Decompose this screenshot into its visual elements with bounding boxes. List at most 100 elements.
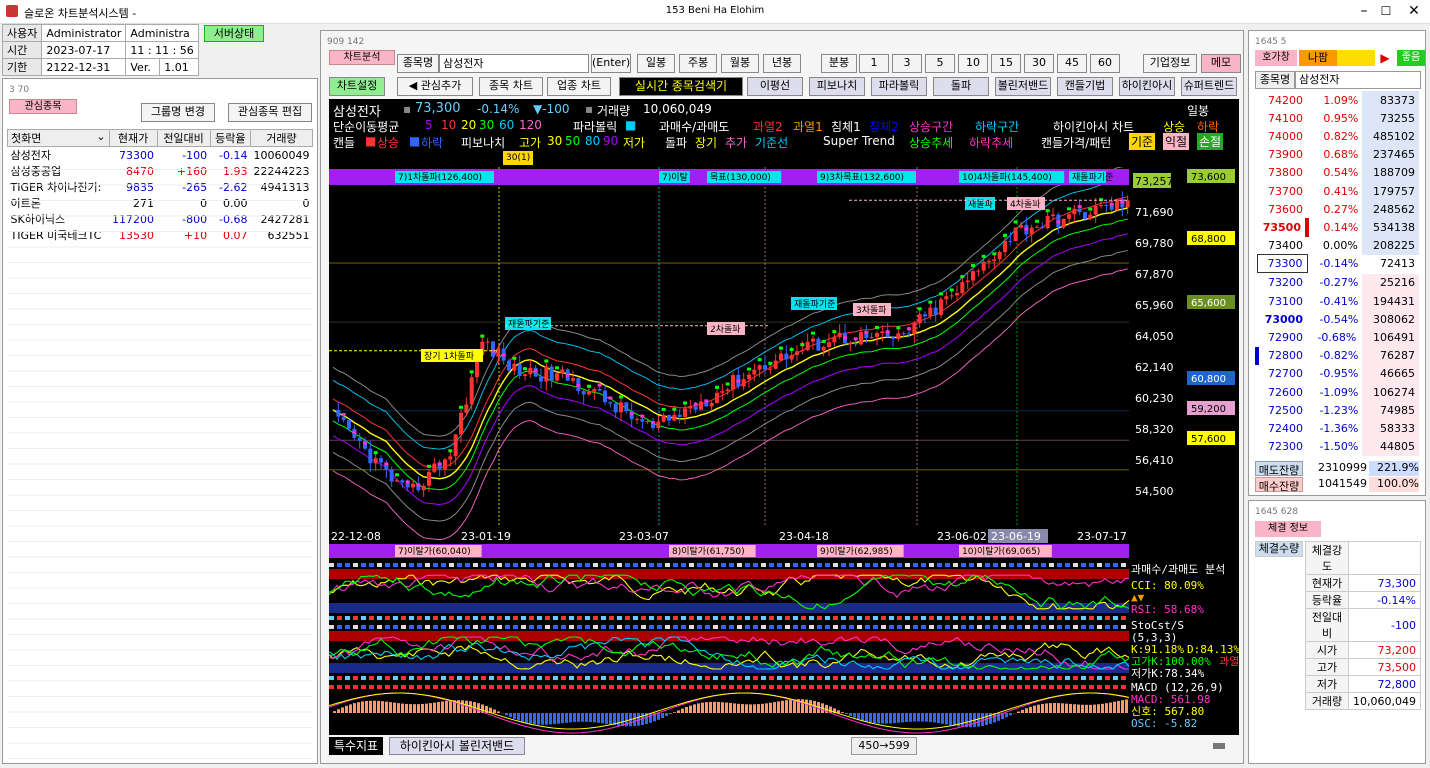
minute-button-1[interactable]: 3	[892, 54, 922, 73]
candle-body	[752, 369, 757, 375]
trade-value: 73,300	[1348, 574, 1421, 592]
annotation-label: 3차돌파	[853, 303, 891, 316]
price-chart-svg[interactable]: 7)1차돌파(126,400) 7)이탈 목표(130,000) 9)3차목표(132…	[329, 167, 1239, 735]
parabolic-dot	[512, 356, 517, 360]
candle-body	[1109, 205, 1114, 210]
table-row[interactable]: TIGER 미국테크TC 13530 +10 0.07 632551	[8, 227, 313, 243]
candle-body	[933, 307, 938, 315]
period-button-0[interactable]: 일봉	[637, 54, 675, 73]
indicator-button-1[interactable]: 피보나치	[809, 77, 865, 96]
table-row[interactable]: 이트론 271 0 0.00 0	[8, 195, 313, 211]
annotation-label: 재돌파	[965, 197, 995, 210]
bid-row[interactable]: 73100 -0.41% 194431	[1257, 292, 1419, 311]
group-rename-button[interactable]: 그룹명 변경	[141, 103, 215, 122]
chart-settings-button[interactable]: 차트설정	[329, 77, 385, 96]
table-row[interactable]: 삼성전자 73300 -100 -0.14 10060049	[8, 147, 313, 164]
add-favorite-button[interactable]: ◀ 관심추가	[397, 77, 473, 96]
candle-body	[816, 338, 821, 351]
me-badge[interactable]: 나팜	[1299, 50, 1337, 66]
minute-button-7[interactable]: 60	[1090, 54, 1120, 73]
realtime-search-button[interactable]: 실시간 종목검색기	[619, 77, 743, 96]
minute-button-5[interactable]: 30	[1024, 54, 1054, 73]
special-indicator-tab[interactable]: 특수지표	[329, 737, 383, 755]
bid-row[interactable]: 73000 -0.54% 308062	[1257, 310, 1419, 329]
legend-breakout: 돌파	[665, 136, 688, 150]
ask-row[interactable]: 73300 -0.14% 72413	[1256, 254, 1419, 274]
minute-button-6[interactable]: 45	[1057, 54, 1087, 73]
heikin-bollinger-tab[interactable]: 하이킨아시 볼린저밴드	[389, 737, 525, 755]
minute-button-4[interactable]: 15	[991, 54, 1021, 73]
bid-row[interactable]: 72400 -1.36% 58333	[1257, 419, 1419, 438]
ask-row[interactable]: 74000 0.82% 485102	[1257, 127, 1419, 146]
item-chart-button[interactable]: 종목 차트	[479, 77, 543, 96]
sector-chart-button[interactable]: 업종 차트	[547, 77, 611, 96]
bid-row[interactable]: 72500 -1.23% 74985	[1257, 401, 1419, 420]
minute-button-3[interactable]: 10	[958, 54, 988, 73]
candle-body	[592, 388, 597, 392]
ask-row[interactable]: 73400 0.00% 208225	[1257, 236, 1419, 255]
bid-row[interactable]: 72600 -1.09% 106274	[1257, 383, 1419, 402]
legend-ma30: 30	[479, 118, 495, 132]
bid-row[interactable]: 72800 -0.82% 76287	[1255, 346, 1419, 365]
bid-row[interactable]: 72300 -1.50% 44805	[1257, 437, 1419, 456]
ask-row[interactable]: 74100 0.95% 73255	[1257, 109, 1419, 128]
table-row[interactable]: SK하이닉스 117200 -800 -0.68 2427281	[8, 211, 313, 227]
sell-pct: 221.9%	[1369, 461, 1419, 476]
group-select[interactable]: 첫화면 ⌄	[7, 129, 110, 147]
indicator-button-3[interactable]: 돌파	[933, 77, 989, 96]
legend-base-badge: 기준	[1129, 133, 1156, 150]
y-tick-label: 65,960	[1135, 299, 1174, 312]
candle-body	[971, 271, 975, 281]
range-display[interactable]: 450→599	[851, 737, 917, 755]
ask-row[interactable]: 73800 0.54% 188709	[1257, 163, 1419, 182]
minute-button-0[interactable]: 1	[859, 54, 889, 73]
indicator-button-4[interactable]: 볼린저밴드	[995, 77, 1051, 96]
indicator-button-6[interactable]: 하이킨아시	[1119, 77, 1175, 96]
edit-watchlist-button[interactable]: 관심종목 편집	[228, 103, 312, 122]
close-icon[interactable]: ✕	[1392, 0, 1430, 24]
chart-canvas[interactable]: 삼성전자 ▪ 73,300 -0.14% ▼-100 ▪ 거래량 10,060,…	[329, 99, 1239, 735]
parabolic-dot	[789, 348, 794, 352]
ma-line	[332, 233, 1128, 506]
ask-row[interactable]: 73600 0.27% 248562	[1257, 200, 1419, 219]
play-icon[interactable]: ▶	[1375, 50, 1395, 66]
server-status-button[interactable]: 서버상태	[204, 25, 264, 42]
table-row[interactable]: TIGER 차이나전기: 9835 -265 -2.62 4941313	[8, 179, 313, 195]
candle-body	[624, 402, 629, 412]
good-badge[interactable]: 좋음	[1397, 50, 1425, 66]
trade-value: 10,060,049	[1348, 692, 1421, 710]
indicator-button-5[interactable]: 캔들기법	[1057, 77, 1113, 96]
panel-id: 1645 5	[1255, 37, 1287, 47]
indicator-button-2[interactable]: 파라볼릭	[871, 77, 927, 96]
indicator-button-0[interactable]: 이평선	[747, 77, 803, 96]
period-button-3[interactable]: 년봉	[763, 54, 801, 73]
bid-row[interactable]: 72700 -0.95% 46665	[1257, 364, 1419, 383]
orderbook-tab[interactable]: 호가창	[1255, 50, 1297, 66]
cell-name: 삼성중공업	[10, 165, 62, 178]
bid-rate: -0.41%	[1319, 294, 1359, 308]
parabolic-dot	[384, 462, 389, 466]
code-input[interactable]: 삼성전자	[439, 54, 589, 73]
period-button-2[interactable]: 월봉	[721, 54, 759, 73]
ask-row[interactable]: 74200 1.09% 83373	[1257, 91, 1419, 110]
scroll-handle[interactable]	[1213, 743, 1225, 749]
minute-button-2[interactable]: 5	[925, 54, 955, 73]
trade-tab[interactable]: 체결 정보	[1255, 521, 1321, 537]
bid-row[interactable]: 72900 -0.68% 106491	[1257, 328, 1419, 347]
period-button-1[interactable]: 주봉	[679, 54, 717, 73]
enter-button[interactable]: (Enter)	[591, 54, 631, 73]
parabolic-dot	[917, 307, 922, 311]
parabolic-dot	[651, 420, 655, 424]
watchlist-tab[interactable]: 관심종목	[9, 99, 77, 114]
ask-row[interactable]: 73900 0.68% 237465	[1257, 145, 1419, 164]
company-info-button[interactable]: 기업정보	[1143, 54, 1197, 73]
ask-row[interactable]: 73700 0.41% 179757	[1257, 181, 1419, 201]
memo-button[interactable]: 메모	[1201, 54, 1241, 73]
minute-label[interactable]: 분봉	[821, 54, 857, 73]
parabolic-dot	[907, 327, 911, 331]
ask-row[interactable]: 73500 0.14% 534138	[1257, 218, 1419, 237]
chart-tab[interactable]: 차트분석	[329, 50, 395, 65]
bid-row[interactable]: 73200 -0.27% 25216	[1257, 273, 1419, 293]
table-row[interactable]: 삼성중공업 8470 +160 1.93 22244223	[8, 163, 313, 179]
indicator-button-7[interactable]: 슈퍼트렌드	[1181, 77, 1237, 96]
